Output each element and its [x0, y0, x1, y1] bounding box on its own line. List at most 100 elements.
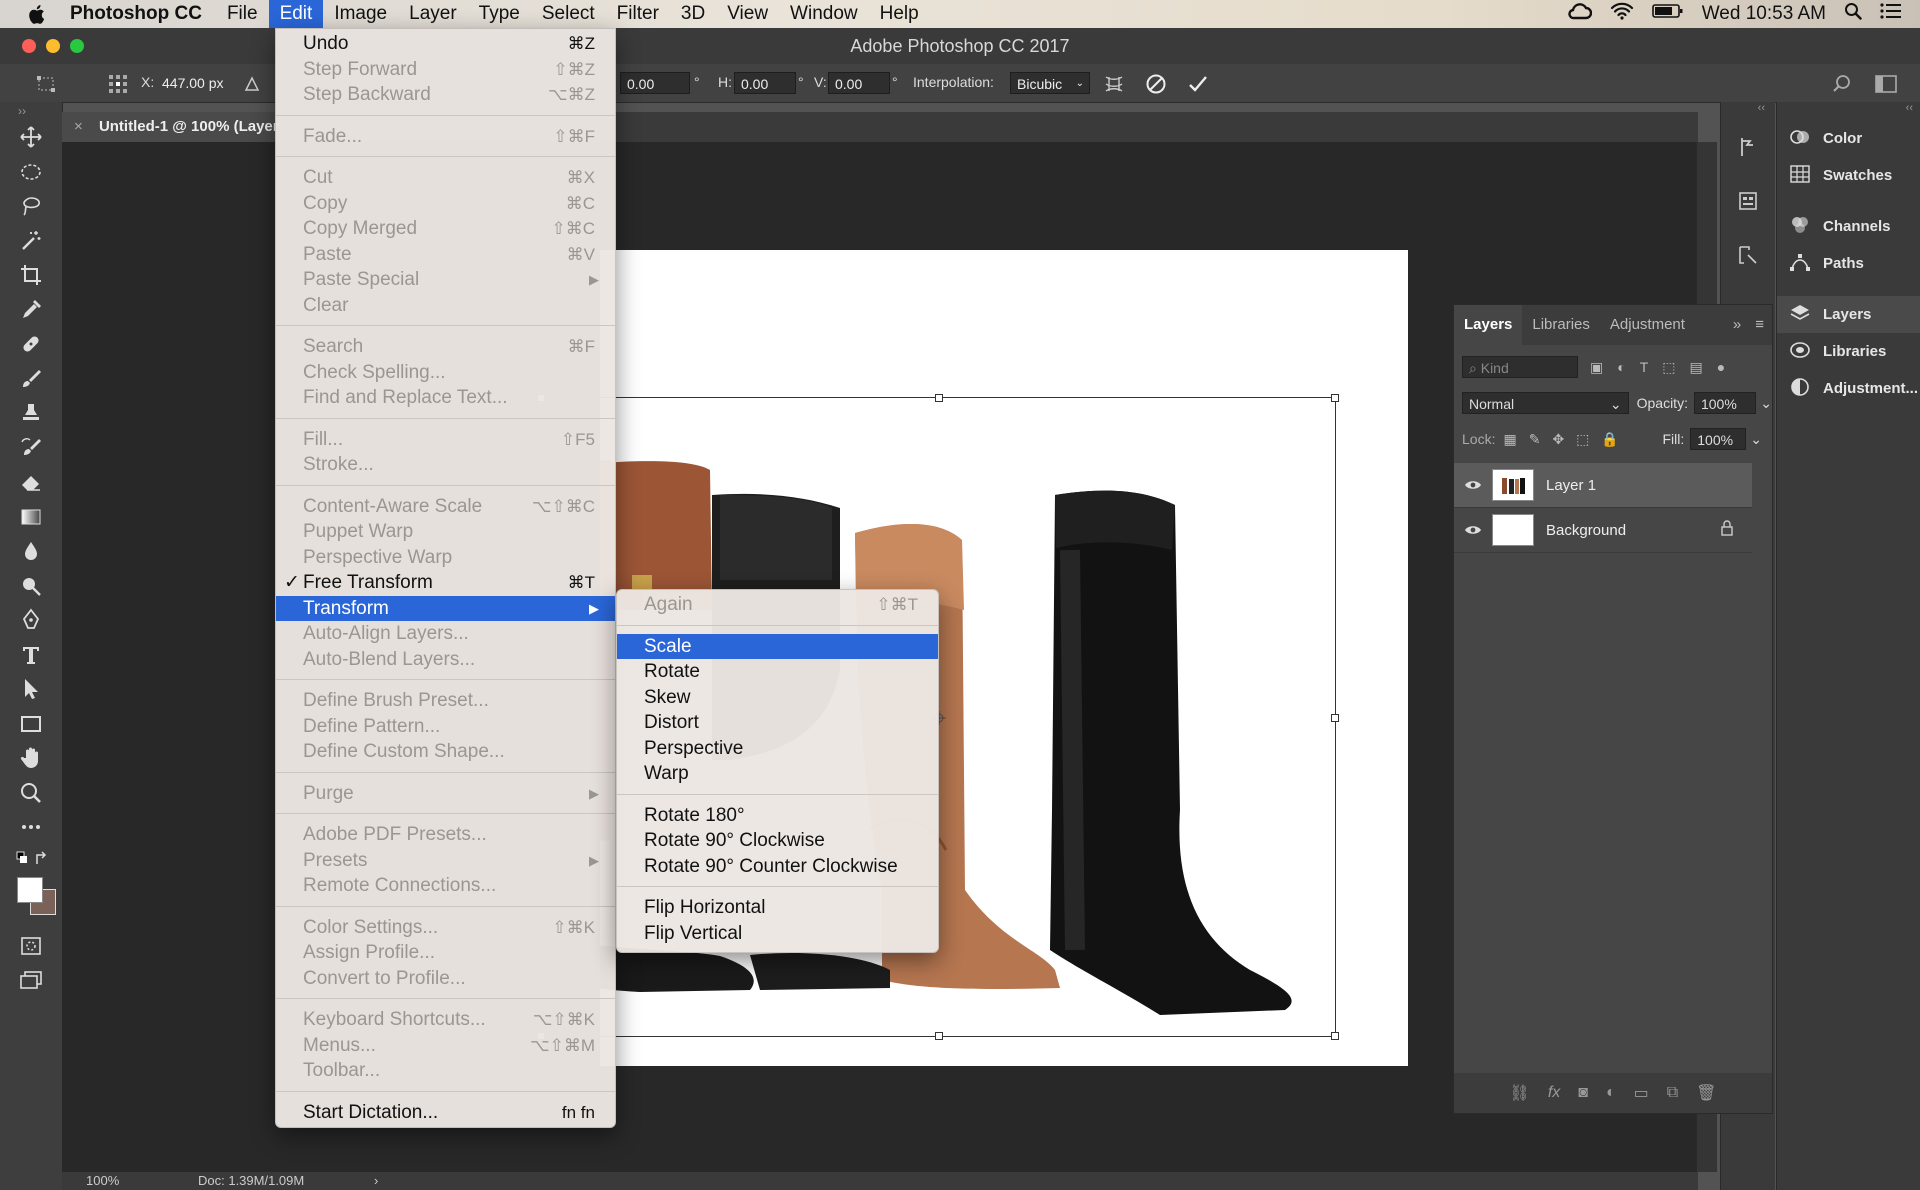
transform-menu-item-rotate[interactable]: Rotate: [617, 659, 938, 685]
edit-menu-item-auto-align-layers[interactable]: Auto-Align Layers...: [276, 621, 615, 647]
menubar-image[interactable]: Image: [323, 0, 398, 28]
edit-menu-item-keyboard-shortcuts[interactable]: Keyboard Shortcuts... ⌥⇧⌘K: [276, 1007, 615, 1033]
clone-stamp-tool-icon[interactable]: [0, 396, 62, 431]
transform-menu-item-rotate-90-clockwise[interactable]: Rotate 90° Clockwise: [617, 828, 938, 854]
color-swatches[interactable]: [0, 873, 62, 929]
dock-adjustments[interactable]: Adjustment...: [1777, 370, 1920, 407]
transform-tool-preset-icon[interactable]: [34, 72, 58, 96]
adjustment-filter-icon[interactable]: ◐: [1617, 359, 1625, 376]
edit-menu-item-perspective-warp[interactable]: Perspective Warp: [276, 545, 615, 571]
visibility-eye-icon[interactable]: [1454, 524, 1492, 536]
visibility-eye-icon[interactable]: [1454, 479, 1492, 491]
filter-toggle-icon[interactable]: ●: [1717, 359, 1725, 376]
transform-menu-item-warp[interactable]: Warp: [617, 761, 938, 787]
notification-center-icon[interactable]: [1880, 3, 1902, 25]
rotate-angle-field[interactable]: 0.00: [620, 72, 690, 94]
menubar-3d[interactable]: 3D: [670, 0, 716, 28]
crop-tool-icon[interactable]: [0, 258, 62, 293]
edit-menu-item-assign-profile[interactable]: Assign Profile...: [276, 940, 615, 966]
dock-paths[interactable]: Paths: [1777, 245, 1920, 282]
smart-object-filter-icon[interactable]: ▤: [1690, 359, 1703, 376]
edit-menu-item-paste-special[interactable]: Paste Special ▶: [276, 267, 615, 293]
status-menu-arrow[interactable]: ›: [374, 1173, 378, 1188]
rectangle-tool-icon[interactable]: [0, 707, 62, 742]
swap-colors-icon[interactable]: [0, 845, 62, 873]
dock-layers[interactable]: Layers: [1777, 296, 1920, 333]
edit-menu-item-clear[interactable]: Clear: [276, 293, 615, 319]
menubar-help[interactable]: Help: [869, 0, 930, 28]
apple-icon[interactable]: [12, 4, 60, 25]
transform-menu-item-scale[interactable]: Scale: [617, 633, 938, 659]
brush-tool-icon[interactable]: [0, 362, 62, 397]
transform-handle-bottom[interactable]: [935, 1032, 943, 1040]
edit-menu-item-content-aware-scale[interactable]: Content-Aware Scale ⌥⇧⌘C: [276, 494, 615, 520]
history-panel-icon[interactable]: [1721, 120, 1775, 174]
add-mask-icon[interactable]: ◙: [1578, 1084, 1588, 1102]
path-selection-tool-icon[interactable]: [0, 672, 62, 707]
quick-mask-icon[interactable]: [0, 929, 62, 964]
transform-menu-item-rotate-90-counter-clockwise[interactable]: Rotate 90° Counter Clockwise: [617, 854, 938, 880]
new-group-icon[interactable]: ▭: [1634, 1083, 1649, 1103]
dock-channels[interactable]: Channels: [1777, 208, 1920, 245]
collapse-icon[interactable]: ‹‹: [1721, 102, 1775, 120]
edit-menu-item-start-dictation[interactable]: Start Dictation... fn fn: [276, 1100, 615, 1126]
tab-libraries[interactable]: Libraries: [1522, 305, 1600, 345]
panel-expand-icon[interactable]: »: [1727, 305, 1747, 345]
delete-layer-icon[interactable]: 🗑: [1696, 1083, 1716, 1103]
edit-menu-item-step-backward[interactable]: Step Backward ⌥⌘Z: [276, 82, 615, 108]
pen-tool-icon[interactable]: [0, 603, 62, 638]
layer-style-icon[interactable]: fx: [1548, 1084, 1560, 1102]
dock-color[interactable]: Color: [1777, 120, 1920, 157]
lock-pixels-icon[interactable]: ✎: [1529, 431, 1541, 448]
edit-menu-item-fade[interactable]: Fade... ⇧⌘F: [276, 124, 615, 150]
interpolation-select[interactable]: Bicubic ⌄: [1010, 72, 1090, 94]
opacity-chevron-icon[interactable]: ⌄: [1760, 395, 1772, 412]
magic-wand-tool-icon[interactable]: [0, 224, 62, 259]
layer-row-background[interactable]: Background: [1454, 508, 1752, 553]
layer-name[interactable]: Layer 1: [1546, 477, 1596, 494]
shape-filter-icon[interactable]: ⬚: [1662, 359, 1675, 376]
screen-mode-icon[interactable]: [0, 963, 62, 998]
transform-menu-item-flip-horizontal[interactable]: Flip Horizontal: [617, 895, 938, 921]
menubar-type[interactable]: Type: [468, 0, 531, 28]
transform-menu-item-perspective[interactable]: Perspective: [617, 736, 938, 762]
kind-filter-select[interactable]: ⌕ Kind: [1462, 356, 1578, 378]
history-brush-tool-icon[interactable]: [0, 431, 62, 466]
lock-transparent-icon[interactable]: ▦: [1503, 431, 1516, 448]
lock-all-icon[interactable]: 🔒: [1601, 431, 1618, 448]
relative-position-icon[interactable]: [240, 72, 264, 96]
warp-mode-icon[interactable]: [1102, 72, 1126, 96]
more-tools-icon[interactable]: [0, 810, 62, 845]
zoom-level[interactable]: 100%: [86, 1173, 119, 1188]
fill-chevron-icon[interactable]: ⌄: [1750, 431, 1762, 448]
marquee-tool-icon[interactable]: [0, 155, 62, 190]
eyedropper-tool-icon[interactable]: [0, 293, 62, 328]
link-layers-icon[interactable]: ⛓: [1510, 1083, 1530, 1103]
lock-position-icon[interactable]: ✥: [1552, 431, 1564, 448]
expand-panels-icon[interactable]: ‹‹: [1777, 102, 1920, 120]
toolbox-collapse-icon[interactable]: ››: [0, 102, 62, 120]
dodge-tool-icon[interactable]: [0, 569, 62, 604]
edit-menu-item-define-custom-shape[interactable]: Define Custom Shape...: [276, 739, 615, 765]
lasso-tool-icon[interactable]: [0, 189, 62, 224]
edit-menu-item-adobe-pdf-presets[interactable]: Adobe PDF Presets...: [276, 822, 615, 848]
adjustment-layer-icon[interactable]: ◐: [1606, 1084, 1616, 1102]
edit-menu-item-find-and-replace-text[interactable]: Find and Replace Text...: [276, 385, 615, 411]
menubar-layer[interactable]: Layer: [398, 0, 468, 28]
new-layer-icon[interactable]: ⧉: [1667, 1084, 1678, 1102]
close-icon[interactable]: ×: [74, 118, 83, 135]
edit-menu-item-step-forward[interactable]: Step Forward ⇧⌘Z: [276, 57, 615, 83]
healing-brush-tool-icon[interactable]: [0, 327, 62, 362]
edit-menu-item-define-brush-preset[interactable]: Define Brush Preset...: [276, 688, 615, 714]
spotlight-search-icon[interactable]: [1844, 2, 1862, 26]
eraser-tool-icon[interactable]: [0, 465, 62, 500]
edit-menu-item-check-spelling[interactable]: Check Spelling...: [276, 360, 615, 386]
edit-menu-item-toolbar[interactable]: Toolbar...: [276, 1058, 615, 1084]
reference-point-icon[interactable]: [106, 72, 130, 96]
wifi-icon[interactable]: [1610, 2, 1634, 26]
layer-row-layer-1[interactable]: Layer 1: [1454, 463, 1752, 508]
transform-menu-item-rotate-180[interactable]: Rotate 180°: [617, 803, 938, 829]
transform-handle-top[interactable]: [935, 394, 943, 402]
edit-menu-item-copy-merged[interactable]: Copy Merged ⇧⌘C: [276, 216, 615, 242]
transform-menu-item-distort[interactable]: Distort: [617, 710, 938, 736]
